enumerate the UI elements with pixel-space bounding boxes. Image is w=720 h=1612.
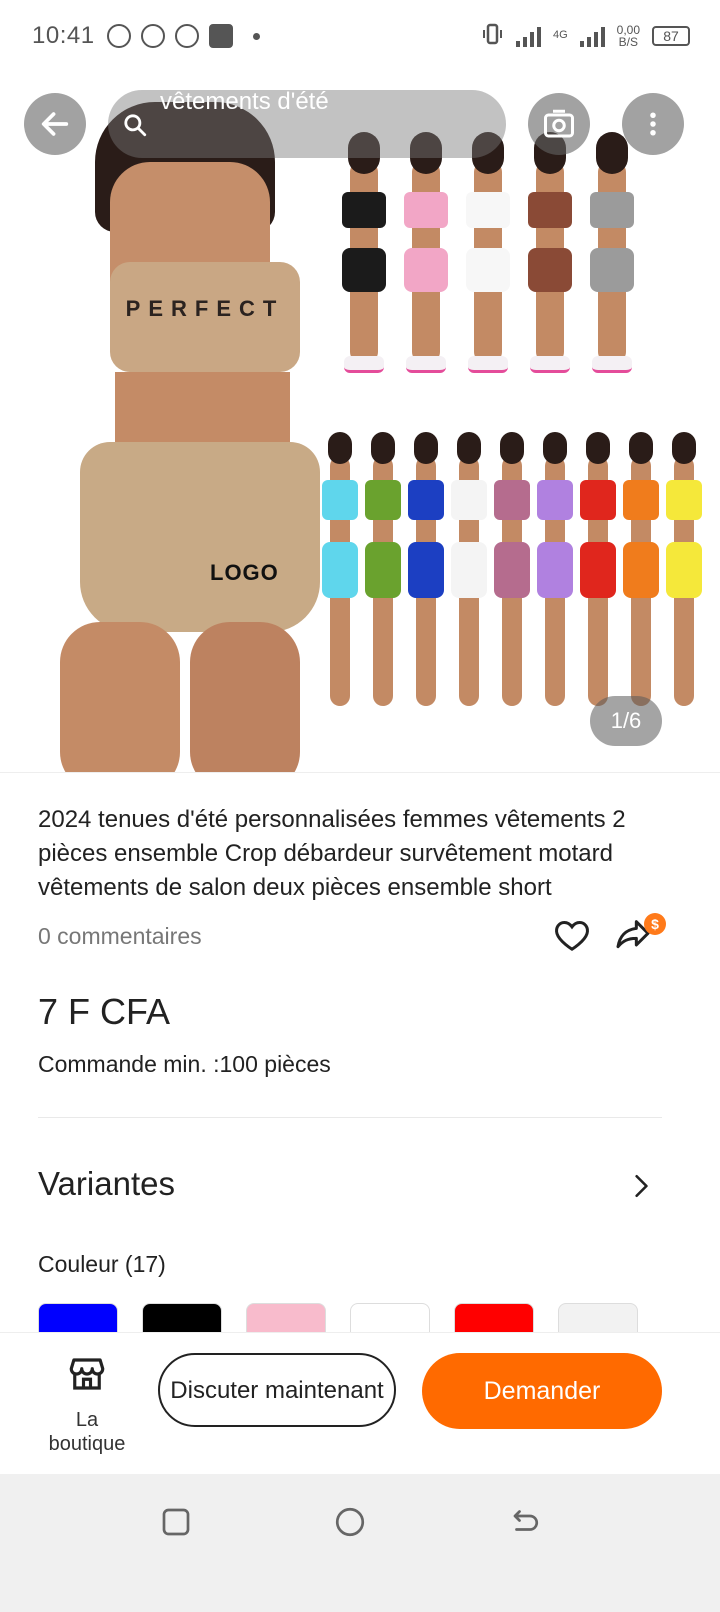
color-models-row-1: [336, 132, 640, 373]
divider: [38, 1117, 662, 1118]
color-model-figure: [522, 132, 578, 373]
status-time: 10:41: [32, 22, 95, 49]
recent-apps-icon[interactable]: [158, 1504, 194, 1540]
network-speed: 0,00: [616, 22, 640, 37]
signal-icon-2: [579, 25, 605, 47]
store-icon: [69, 1358, 105, 1390]
variants-heading[interactable]: Variantes: [38, 1165, 175, 1203]
color-model-figure: [336, 132, 392, 373]
search-bar[interactable]: vêtements d'été: [108, 88, 506, 158]
heart-icon[interactable]: [552, 915, 592, 955]
chevron-right-icon[interactable]: [628, 1171, 654, 1201]
color-model-figure: [578, 432, 618, 712]
battery-icon: 87: [652, 25, 690, 46]
comments-count[interactable]: 0 commentaires: [38, 923, 202, 950]
inquire-button[interactable]: Demander: [422, 1353, 662, 1429]
more-vertical-icon: [650, 112, 656, 136]
facebook-icon: [174, 24, 199, 48]
product-title: 2024 tenues d'été personnalisées femmes …: [38, 806, 626, 901]
product-info-card: 2024 tenues d'été personnalisées femmes …: [0, 772, 720, 1383]
camera-icon: [544, 109, 574, 138]
product-price: 7 F CFA: [38, 991, 171, 1032]
minimum-order: Commande min. :100 pièces: [38, 1051, 331, 1077]
search-icon: [124, 114, 147, 137]
whatsapp-icon: [106, 24, 131, 48]
gallery-page-indicator: 1/6: [590, 696, 662, 746]
notification-app-icon: [208, 24, 233, 48]
color-model-figure: [584, 132, 640, 373]
color-model-figure: [398, 132, 454, 373]
shop-label: La boutique: [48, 1409, 126, 1455]
chat-now-button[interactable]: Discuter maintenant: [158, 1353, 396, 1427]
vibrate-icon: [480, 22, 504, 49]
shorts-print-text: LOGO: [210, 560, 279, 585]
color-model-figure: [460, 132, 516, 373]
search-query-text: vêtements d'été: [160, 88, 329, 115]
color-model-figure: [406, 432, 446, 712]
chat-bubble-icon: [140, 24, 165, 48]
share-reward-badge: $: [644, 913, 666, 935]
color-models-row-2: [320, 432, 704, 712]
main-model-image: PERFECT LOGO: [40, 102, 320, 792]
color-model-figure: [320, 432, 360, 712]
more-options-button[interactable]: [622, 93, 684, 155]
home-icon[interactable]: [332, 1504, 368, 1540]
network-speed-unit: B/S: [618, 34, 638, 49]
signal-icon: [515, 25, 541, 47]
back-button[interactable]: [24, 93, 86, 155]
color-model-figure: [535, 432, 575, 712]
status-bar: 10:41 4G 0,00 B/S 87: [0, 0, 720, 72]
color-model-figure: [664, 432, 704, 712]
more-notifications-dot-icon: [252, 32, 260, 40]
shop-button[interactable]: La boutique: [42, 1353, 132, 1456]
product-image-gallery[interactable]: PERFECT LOGO: [0, 72, 720, 792]
color-model-figure: [492, 432, 532, 712]
color-model-figure: [449, 432, 489, 712]
top-print-text: PERFECT: [125, 296, 285, 321]
color-model-figure: [363, 432, 403, 712]
camera-search-button[interactable]: [528, 93, 590, 155]
color-label: Couleur (17): [38, 1251, 166, 1277]
arrow-left-icon: [41, 112, 69, 136]
network-type: 4G: [552, 29, 568, 41]
color-model-figure: [621, 432, 661, 712]
bottom-action-bar: La boutique Discuter maintenant Demander: [0, 1332, 720, 1475]
back-nav-icon[interactable]: [506, 1504, 542, 1540]
system-navigation-bar: [0, 1474, 720, 1612]
